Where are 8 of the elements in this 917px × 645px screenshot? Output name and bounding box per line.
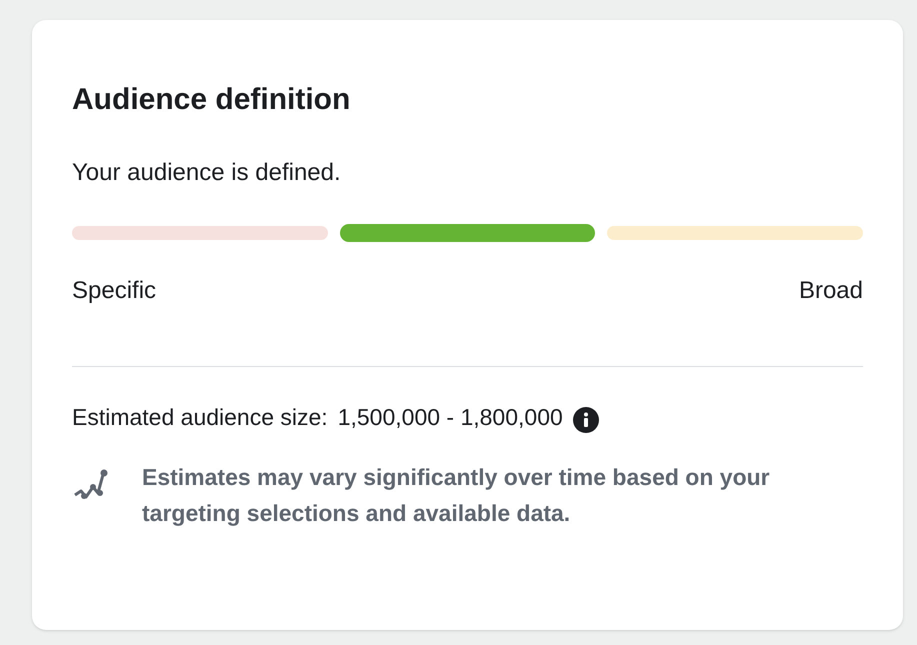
specific-label: Specific (72, 276, 156, 306)
broad-label: Broad (798, 276, 863, 306)
card-title: Audience definition (72, 82, 350, 118)
estimate-label: Estimated audience size: (72, 403, 328, 432)
info-icon[interactable] (572, 407, 599, 433)
estimate-note: Estimates may vary significantly over time based on your targeting selections and available data. (142, 463, 771, 528)
estimate-value: 1,500,000 - 1,800,000 (338, 403, 563, 432)
status-text: Your audience is defined. (72, 158, 341, 188)
